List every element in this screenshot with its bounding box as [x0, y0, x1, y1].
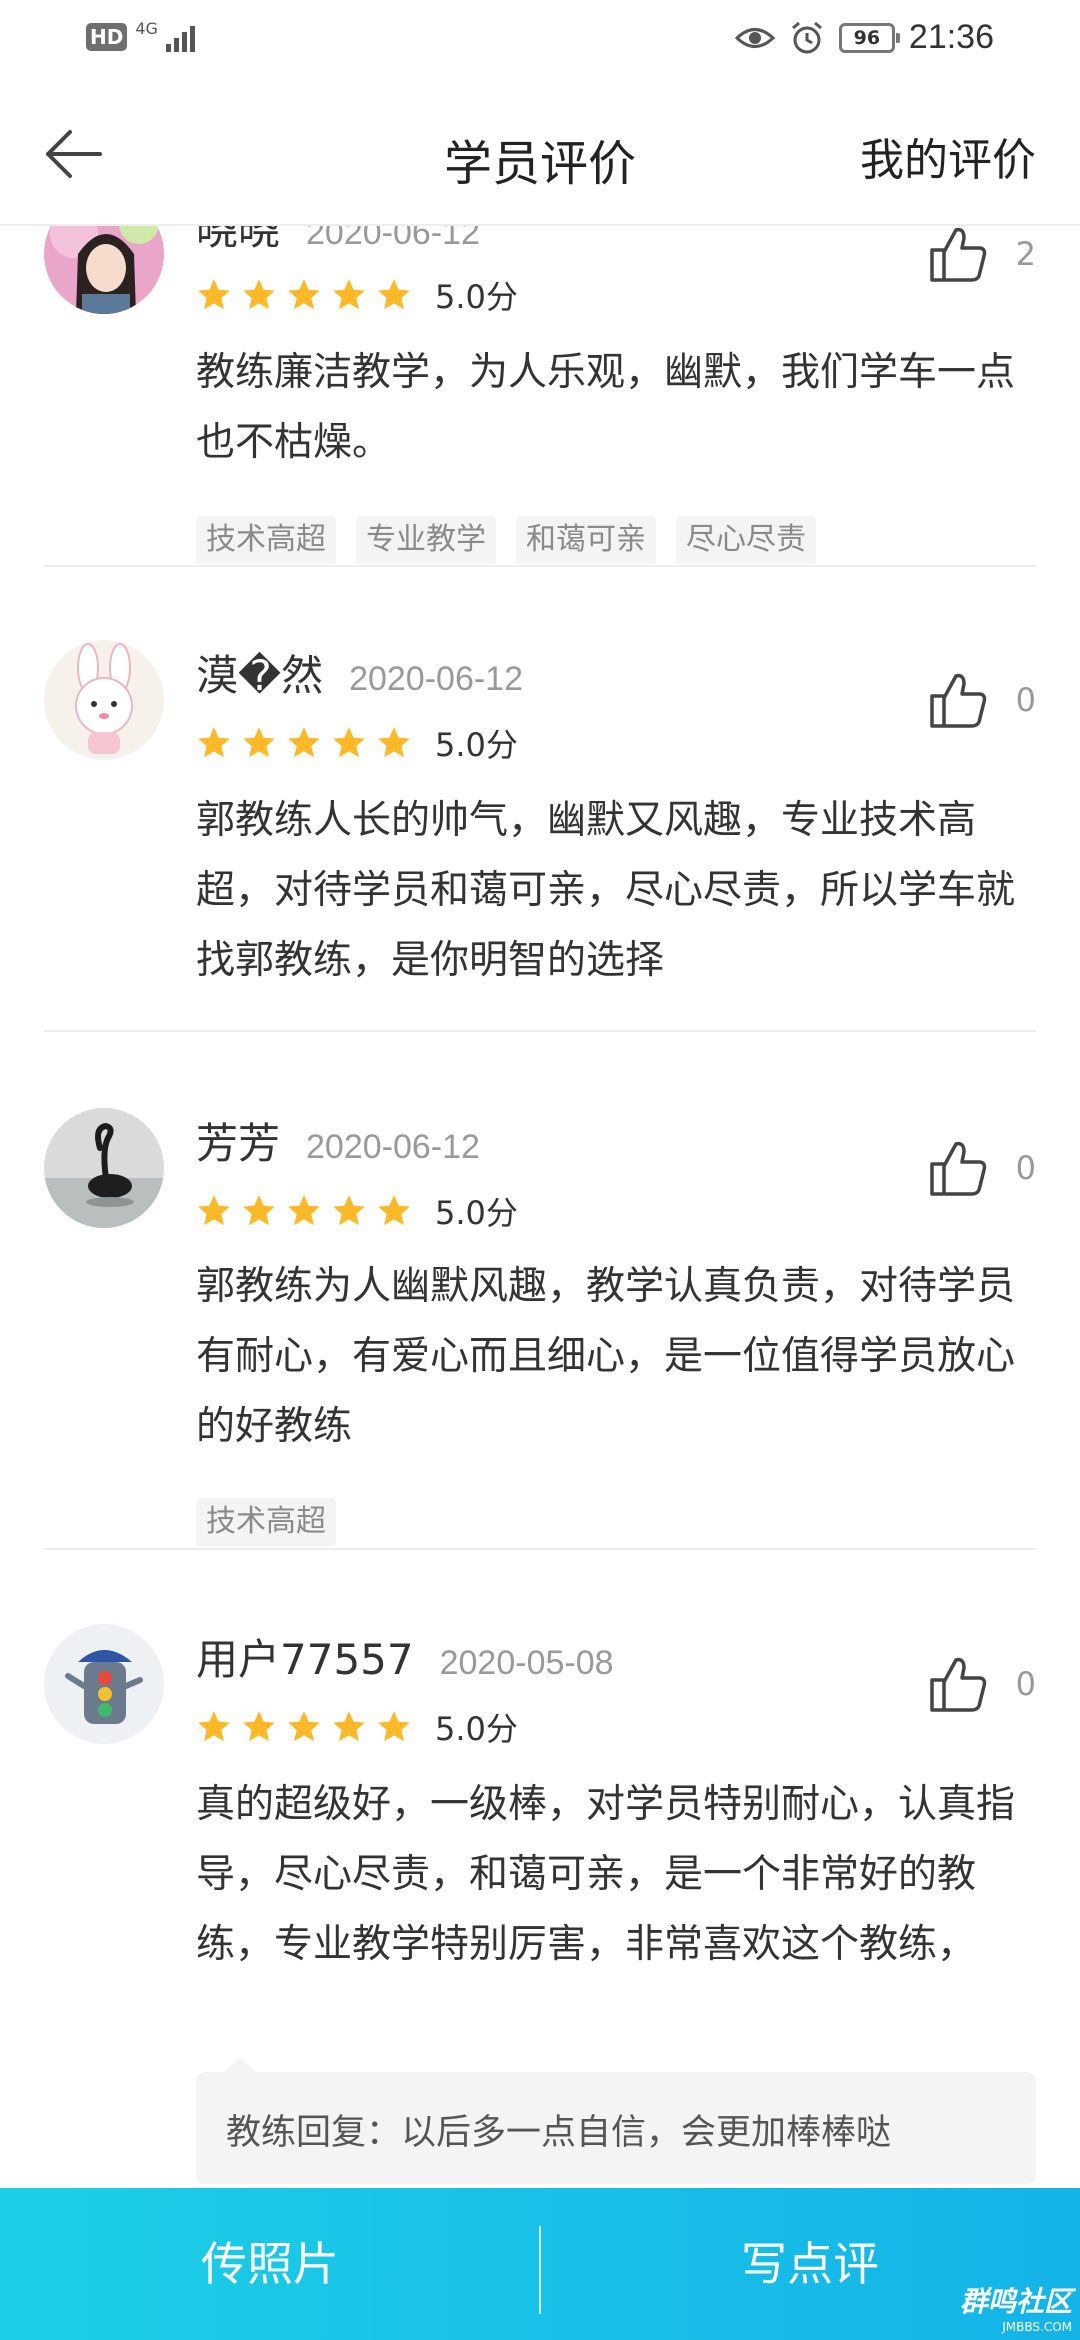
star-icon	[333, 279, 365, 310]
eye-icon	[734, 27, 775, 48]
status-right: 96 21:36	[734, 18, 994, 57]
reviewer-name: 芳芳	[196, 1119, 281, 1168]
like-button[interactable]: 2	[926, 218, 1036, 290]
review-header: 用户77557 2020-05-08	[196, 1626, 614, 1687]
signal-icon	[165, 22, 195, 52]
star-icon	[198, 279, 230, 310]
tag: 技术高超	[196, 516, 336, 564]
star-icon	[198, 1195, 230, 1226]
watermark-text: 群鸣社区	[959, 2285, 1072, 2318]
star-icon	[333, 727, 365, 758]
star-icon	[243, 1195, 275, 1226]
my-review-button[interactable]: 我的评价	[860, 124, 1036, 188]
score: 5.0分	[435, 278, 518, 316]
score: 5.0分	[435, 1710, 518, 1748]
star-icon	[288, 1195, 320, 1226]
star-icon	[288, 279, 320, 310]
avatar[interactable]	[44, 1108, 164, 1228]
watermark-logo: 群鸣社区 JMBBS.COM	[960, 2280, 1072, 2334]
star-icon	[378, 1711, 410, 1742]
divider	[44, 1548, 1036, 1550]
coach-reply-text: 教练回复：以后多一点自信，会更加棒棒哒	[226, 2113, 892, 2153]
like-button[interactable]: 0	[926, 1648, 1036, 1720]
star-icon	[333, 1711, 365, 1742]
thumbs-up-icon	[930, 1141, 987, 1196]
rating: 5.0分	[196, 1188, 518, 1234]
star-icon	[378, 1195, 410, 1226]
like-count: 0	[1015, 1149, 1036, 1187]
status-left: HD 4G	[86, 19, 195, 52]
upload-photo-button[interactable]: 传照片	[0, 2188, 540, 2340]
divider	[44, 565, 1036, 567]
avatar-image	[44, 640, 164, 760]
star-icon	[378, 727, 410, 758]
divider	[44, 1030, 1036, 1032]
rating: 5.0分	[196, 272, 518, 318]
star-icon	[288, 727, 320, 758]
status-bar: HD 4G 96 21:36	[0, 0, 1080, 82]
rating: 5.0分	[196, 720, 518, 766]
review-date: 2020-06-12	[306, 1128, 480, 1166]
review-content: 教练廉洁教学，为人乐观，幽默，我们学车一点也不枯燥。	[196, 350, 1016, 465]
battery-indicator: 96	[838, 22, 900, 53]
review-content: 真的超级好，一级棒，对学员特别耐心，认真指导，尽心尽责，和蔼可亲，是一个非常好的…	[196, 1782, 1016, 1967]
score: 5.0分	[435, 1194, 518, 1232]
clock: 21:36	[908, 18, 994, 56]
star-icon	[243, 279, 275, 310]
review-header: 漠�然 2020-06-12	[196, 642, 523, 703]
review-content: 郭教练为人幽默风趣，教学认真负责，对待学员有耐心，有爱心而且细心，是一位值得学员…	[196, 1264, 1016, 1449]
tag-list: 技术高超	[196, 1498, 336, 1546]
bottom-action-bar: 传照片 写点评 群鸣社区 JMBBS.COM	[0, 2188, 1080, 2340]
thumbs-up-icon	[930, 227, 987, 282]
watermark-sub: JMBBS.COM	[1002, 2320, 1072, 2334]
battery-level: 96	[853, 26, 881, 49]
app-header: 学员评价 我的评价	[0, 82, 1080, 226]
tag: 专业教学	[356, 516, 496, 564]
star-icon	[333, 1195, 365, 1226]
avatar[interactable]	[44, 1624, 164, 1744]
like-button[interactable]: 0	[926, 1132, 1036, 1204]
tag: 和蔼可亲	[516, 516, 656, 564]
like-count: 2	[1015, 235, 1036, 273]
score: 5.0分	[435, 726, 518, 764]
thumbs-up-icon	[930, 1657, 987, 1712]
thumbs-up-icon	[930, 673, 987, 728]
star-icon	[243, 1711, 275, 1742]
like-button[interactable]: 0	[926, 664, 1036, 736]
coach-reply: 教练回复：以后多一点自信，会更加棒棒哒	[196, 2058, 1036, 2184]
star-icon	[243, 727, 275, 758]
star-icon	[198, 1711, 230, 1742]
star-icon	[288, 1711, 320, 1742]
review-date: 2020-05-08	[439, 1644, 614, 1682]
like-count: 0	[1015, 1665, 1036, 1703]
network-type: 4G	[135, 19, 158, 38]
reviewer-name: 用户77557	[196, 1635, 414, 1684]
avatar-image	[44, 1108, 164, 1228]
tag-list: 技术高超 专业教学 和蔼可亲 尽心尽责	[196, 516, 816, 564]
alarm-icon	[791, 21, 822, 53]
tag: 技术高超	[196, 1498, 336, 1546]
rating: 5.0分	[196, 1704, 518, 1750]
reviewer-name: 漠�然	[196, 651, 324, 700]
star-icon	[378, 279, 410, 310]
review-date: 2020-06-12	[349, 660, 523, 698]
like-count: 0	[1015, 681, 1036, 719]
tag: 尽心尽责	[676, 516, 816, 564]
star-icon	[198, 727, 230, 758]
review-content: 郭教练人长的帅气，幽默又风趣，专业技术高超，对待学员和蔼可亲，尽心尽责，所以学车…	[196, 798, 1016, 983]
hd-badge: HD	[86, 23, 128, 51]
review-header: 芳芳 2020-06-12	[196, 1110, 480, 1171]
avatar-image	[44, 1624, 164, 1744]
avatar[interactable]	[44, 640, 164, 760]
